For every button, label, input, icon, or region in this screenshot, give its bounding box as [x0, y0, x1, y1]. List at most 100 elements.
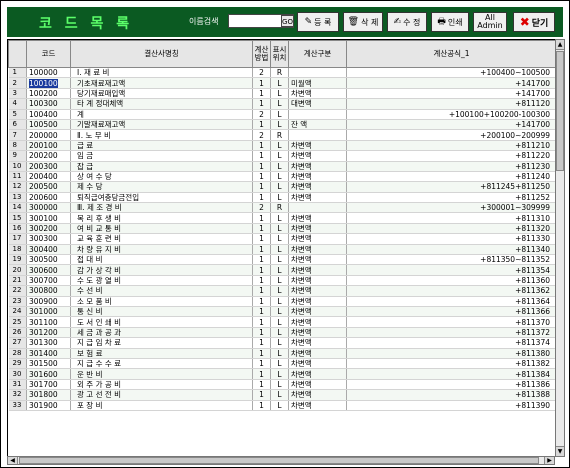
table-row[interactable]: 29 301500 지 급 수 수 료 1 L 차변액 +811382: [8, 358, 556, 370]
calc-method-cell[interactable]: 1: [252, 368, 271, 380]
name-cell[interactable]: 접 대 비: [70, 254, 253, 266]
code-cell[interactable]: 100100: [26, 77, 71, 89]
formula-cell[interactable]: +811330: [346, 233, 556, 245]
code-cell[interactable]: 301500: [26, 358, 71, 370]
display-position-cell[interactable]: L: [270, 285, 289, 297]
table-row[interactable]: 22 300800 수 선 비 1 L 차변액 +811362: [8, 285, 556, 297]
code-cell[interactable]: 100400: [26, 109, 71, 120]
display-position-cell[interactable]: L: [270, 140, 289, 152]
display-position-cell[interactable]: L: [270, 244, 289, 256]
name-cell[interactable]: 보 험 료: [70, 348, 253, 359]
display-position-cell[interactable]: L: [270, 275, 289, 287]
display-position-cell[interactable]: L: [270, 316, 289, 328]
name-cell[interactable]: 계: [70, 109, 253, 120]
calc-method-cell[interactable]: 1: [252, 285, 271, 297]
name-cell[interactable]: 잡 급: [70, 161, 253, 172]
calc-method-cell[interactable]: 1: [252, 171, 271, 183]
calc-method-cell[interactable]: 1: [252, 119, 271, 131]
code-cell[interactable]: 301900: [26, 400, 71, 411]
code-cell[interactable]: 300300: [26, 233, 71, 245]
calc-type-cell[interactable]: 차변액: [288, 358, 347, 370]
formula-cell[interactable]: +811382: [346, 358, 556, 370]
table-row[interactable]: 30 301600 운 반 비 1 L 차변액 +811384: [8, 368, 556, 380]
display-position-cell[interactable]: R: [270, 67, 289, 79]
calc-type-cell[interactable]: 차변액: [288, 275, 347, 287]
display-position-cell[interactable]: L: [270, 150, 289, 162]
horizontal-scroll-thumb[interactable]: [19, 457, 539, 464]
name-cell[interactable]: 수 선 비: [70, 285, 253, 297]
formula-cell[interactable]: +811310: [346, 212, 556, 224]
calc-method-cell[interactable]: 1: [252, 400, 271, 411]
calc-type-cell[interactable]: 차변액: [288, 264, 347, 276]
name-cell[interactable]: 기말재료재고액: [70, 119, 253, 131]
calc-method-cell[interactable]: 2: [252, 129, 271, 141]
calc-method-cell[interactable]: 1: [252, 264, 271, 276]
name-cell[interactable]: 지 급 임 차 료: [70, 337, 253, 349]
formula-cell[interactable]: +811120: [346, 98, 556, 110]
calc-type-cell[interactable]: 차변액: [288, 181, 347, 193]
display-position-cell[interactable]: L: [270, 171, 289, 183]
display-position-header[interactable]: 표시 위치: [270, 40, 289, 68]
name-cell[interactable]: 포 장 비: [70, 400, 253, 411]
table-row[interactable]: 10 200300 잡 급 1 L 차변액 +811230: [8, 161, 556, 172]
display-position-cell[interactable]: L: [270, 77, 289, 89]
calc-type-cell[interactable]: 차변액: [288, 327, 347, 339]
calc-method-cell[interactable]: 1: [252, 306, 271, 318]
formula-cell[interactable]: +811210: [346, 140, 556, 152]
calc-type-cell[interactable]: 차변액: [288, 161, 347, 172]
code-cell[interactable]: 300400: [26, 244, 71, 256]
print-button[interactable]: 🖶 인쇄: [431, 12, 469, 32]
calc-method-cell[interactable]: 1: [252, 212, 271, 224]
table-row[interactable]: 12 200500 제 수 당 1 L 차변액 +811245+811250: [8, 181, 556, 193]
calc-type-cell[interactable]: 차변액: [288, 254, 347, 266]
calc-method-cell[interactable]: 1: [252, 348, 271, 359]
calc-type-cell[interactable]: 차변액: [288, 223, 347, 235]
code-cell[interactable]: 301700: [26, 379, 71, 391]
code-cell[interactable]: 100000: [26, 67, 71, 79]
display-position-cell[interactable]: L: [270, 264, 289, 276]
delete-button[interactable]: 🗑 삭 제: [343, 12, 383, 32]
formula-header[interactable]: 계산공식_1: [346, 40, 556, 68]
table-row[interactable]: 27 301300 지 급 임 차 료 1 L 차변액 +811374: [8, 337, 556, 349]
calc-type-cell[interactable]: 차변액: [288, 192, 347, 204]
code-cell[interactable]: 300900: [26, 296, 71, 308]
calc-method-cell[interactable]: 1: [252, 181, 271, 193]
display-position-cell[interactable]: L: [270, 400, 289, 411]
formula-cell[interactable]: +811252: [346, 192, 556, 204]
calc-method-cell[interactable]: 1: [252, 254, 271, 266]
table-row[interactable]: 19 300500 접 대 비 1 L 차변액 +811350~811352: [8, 254, 556, 266]
calc-method-cell[interactable]: 1: [252, 316, 271, 328]
edit-button[interactable]: ✍ 수 정: [387, 12, 427, 32]
calc-type-header[interactable]: 계산구분: [288, 40, 347, 68]
calc-method-cell[interactable]: 1: [252, 379, 271, 391]
formula-cell[interactable]: +811364: [346, 296, 556, 308]
name-cell[interactable]: 상 여 수 당: [70, 171, 253, 183]
table-row[interactable]: 6 100500 기말재료재고액 1 L 잔 액 +141700: [8, 119, 556, 131]
calc-method-cell[interactable]: 1: [252, 98, 271, 110]
display-position-cell[interactable]: L: [270, 254, 289, 266]
close-button[interactable]: ✖ 닫기: [513, 12, 555, 32]
code-cell[interactable]: 301400: [26, 348, 71, 359]
calc-method-cell[interactable]: 1: [252, 275, 271, 287]
name-cell[interactable]: 지 급 수 수 료: [70, 358, 253, 370]
formula-cell[interactable]: +811354: [346, 264, 556, 276]
table-row[interactable]: 18 300400 차 량 유 지 비 1 L 차변액 +811340: [8, 244, 556, 256]
name-cell[interactable]: 제 수 당: [70, 181, 253, 193]
code-cell[interactable]: 200400: [26, 171, 71, 183]
formula-cell[interactable]: +200100~200999: [346, 129, 556, 141]
name-cell[interactable]: 차 량 유 지 비: [70, 244, 253, 256]
table-row[interactable]: 33 301900 포 장 비 1 L 차변액 +811390: [8, 400, 556, 411]
table-row[interactable]: 26 301200 세 금 과 공 과 1 L 차변액 +811372: [8, 327, 556, 339]
calc-type-cell[interactable]: [288, 129, 347, 141]
table-row[interactable]: 2 100100 기초재료재고액 1 L 미월액 +141700: [8, 77, 556, 89]
vertical-scrollbar[interactable]: ▲ ▼: [555, 39, 565, 457]
display-position-cell[interactable]: L: [270, 306, 289, 318]
calc-type-cell[interactable]: 미월액: [288, 77, 347, 89]
formula-cell[interactable]: +811370: [346, 316, 556, 328]
formula-cell[interactable]: +811220: [346, 150, 556, 162]
calc-type-cell[interactable]: 차변액: [288, 233, 347, 245]
name-cell[interactable]: Ⅰ. 재 료 비: [70, 67, 253, 79]
calc-type-cell[interactable]: 차변액: [288, 368, 347, 380]
all-admin-button[interactable]: All Admin: [473, 12, 507, 32]
table-row[interactable]: 25 301100 도 서 인 쇄 비 1 L 차변액 +811370: [8, 316, 556, 328]
